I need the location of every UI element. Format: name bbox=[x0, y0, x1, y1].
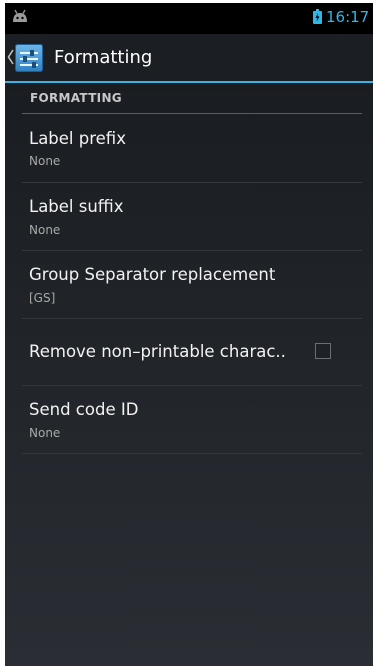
battery-icon bbox=[313, 9, 322, 24]
pref-group-separator-replacement[interactable]: Group Separator replacement [GS] bbox=[22, 251, 362, 318]
page-title: Formatting bbox=[54, 47, 153, 68]
section-divider bbox=[22, 113, 362, 114]
action-bar: Formatting bbox=[5, 34, 373, 83]
pref-title: Label prefix bbox=[29, 129, 126, 148]
pref-label-prefix[interactable]: Label prefix None bbox=[22, 116, 362, 182]
pref-remove-non-printable[interactable]: Remove non–printable charac.. bbox=[22, 319, 362, 385]
settings-app-icon[interactable] bbox=[15, 44, 43, 72]
phone-screen: 16:17 Formatting FORMATTING Label prefix… bbox=[5, 3, 373, 666]
pref-title: Label suffix bbox=[29, 197, 124, 216]
list-divider bbox=[22, 453, 362, 454]
status-bar: 16:17 bbox=[5, 3, 373, 34]
pref-label-suffix[interactable]: Label suffix None bbox=[22, 183, 362, 250]
pref-summary: None bbox=[29, 426, 61, 440]
pref-summary: [GS] bbox=[29, 291, 56, 305]
remove-non-printable-checkbox[interactable] bbox=[315, 343, 331, 359]
android-notification-icon bbox=[13, 9, 27, 22]
pref-summary: None bbox=[29, 223, 61, 237]
back-chevron-icon[interactable] bbox=[7, 49, 14, 65]
sliders-icon bbox=[20, 50, 38, 68]
status-clock: 16:17 bbox=[326, 8, 370, 26]
pref-title: Send code ID bbox=[29, 400, 139, 419]
pref-send-code-id[interactable]: Send code ID None bbox=[22, 386, 362, 453]
pref-title: Remove non–printable charac.. bbox=[29, 342, 286, 361]
pref-summary: None bbox=[29, 154, 61, 168]
section-header: FORMATTING bbox=[30, 91, 122, 105]
pref-title: Group Separator replacement bbox=[29, 265, 276, 284]
